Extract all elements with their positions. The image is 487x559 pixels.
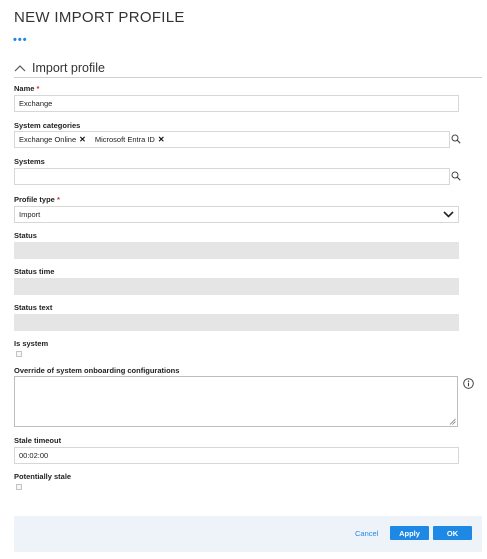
remove-chip-icon[interactable]: ✕ [158,135,165,144]
override-textarea[interactable] [14,376,458,427]
profile-type-select[interactable]: Import [14,206,459,223]
status-text-label: Status text [14,303,53,312]
apply-button[interactable]: Apply [390,526,429,540]
name-label: Name * [14,84,40,93]
name-input-value: Exchange [19,99,53,108]
system-categories-input[interactable]: Exchange Online ✕ Microsoft Entra ID ✕ [14,131,450,148]
ok-button[interactable]: OK [433,526,472,540]
potentially-stale-checkbox[interactable] [16,484,22,490]
chevron-down-icon [443,211,454,218]
override-label: Override of system onboarding configurat… [14,366,180,375]
page-title: NEW IMPORT PROFILE [14,9,185,26]
remove-chip-icon[interactable]: ✕ [79,135,86,144]
required-marker: * [56,195,60,204]
status-text-field [14,314,459,331]
stale-timeout-label: Stale timeout [14,436,62,445]
section-header-import-profile[interactable]: Import profile [14,59,482,78]
more-options-button[interactable]: ••• [13,34,28,46]
info-icon[interactable] [463,378,474,389]
stale-timeout-input[interactable]: 00:02:00 [14,447,459,464]
cancel-button[interactable]: Cancel [355,529,378,538]
systems-input[interactable] [14,168,450,185]
resize-grip-icon[interactable] [449,418,456,425]
stale-timeout-value: 00:02:00 [19,451,49,460]
potentially-stale-label: Potentially stale [14,472,72,481]
system-categories-label: System categories [14,121,81,130]
profile-type-value: Import [19,210,41,219]
required-marker: * [36,84,40,93]
section-title: Import profile [32,61,105,75]
status-label: Status [14,231,37,240]
status-time-field [14,278,459,295]
chip-exchange-online: Exchange Online ✕ [19,135,86,144]
profile-type-label: Profile type * [14,195,60,204]
status-field [14,242,459,259]
chip-microsoft-entra-id: Microsoft Entra ID ✕ [94,135,165,144]
systems-label: Systems [14,157,45,166]
search-icon[interactable] [451,134,461,144]
status-time-label: Status time [14,267,55,276]
search-icon[interactable] [451,171,461,181]
is-system-label: Is system [14,339,49,348]
name-input[interactable]: Exchange [14,95,459,112]
chevron-up-icon [14,65,26,72]
is-system-checkbox[interactable] [16,351,22,357]
